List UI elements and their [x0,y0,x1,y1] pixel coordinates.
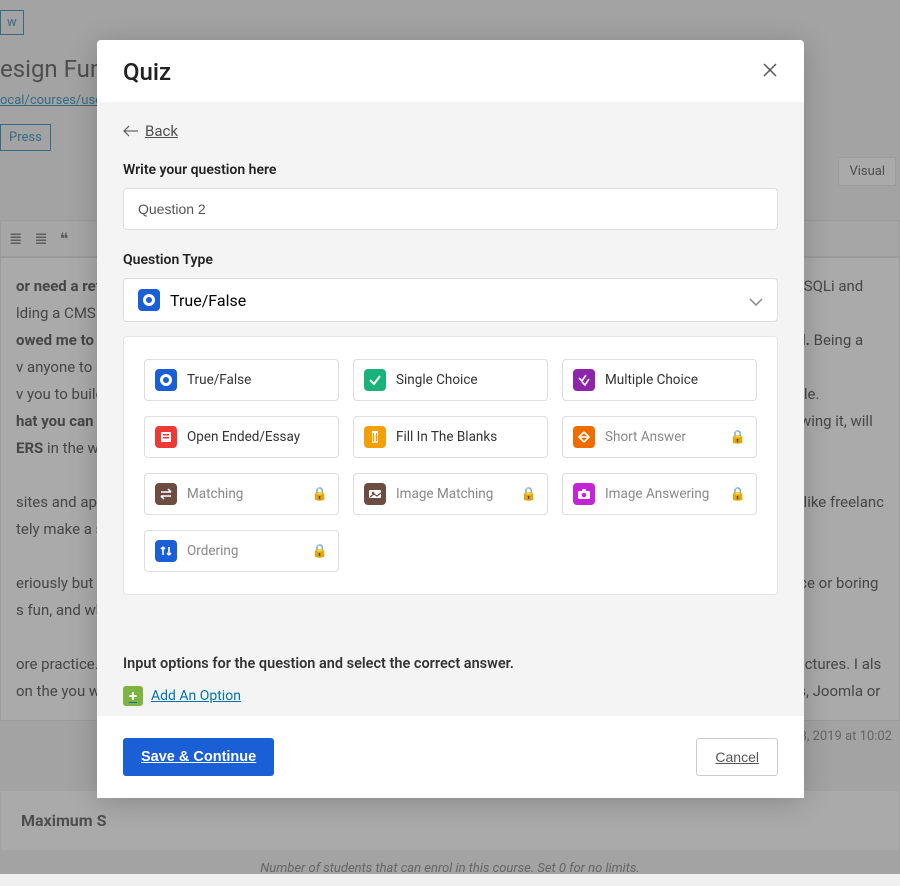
chevron-down-icon [749,291,763,310]
arrow-left-icon [123,125,139,137]
plus-icon: + [123,686,143,706]
type-true-false[interactable]: True/False [144,359,339,401]
modal-title: Quiz [123,58,171,86]
type-label: Short Answer [605,429,686,445]
type-image-answering[interactable]: Image Answering 🔒 [562,473,757,515]
matching-icon [155,483,177,505]
question-type-grid: True/False Single Choice Multiple Choice [123,336,778,595]
lock-icon: 🔒 [312,544,328,559]
type-single-choice[interactable]: Single Choice [353,359,548,401]
type-label: Question Type [123,252,778,268]
tf-icon [138,289,160,311]
add-option-label: Add An Option [151,688,241,704]
save-continue-button[interactable]: Save & Continue [123,738,274,776]
essay-icon [155,426,177,448]
type-multiple-choice[interactable]: Multiple Choice [562,359,757,401]
type-fill-blanks[interactable]: Fill In The Blanks [353,416,548,458]
type-label: Fill In The Blanks [396,429,497,445]
multi-check-icon [573,369,595,391]
type-label: Matching [187,486,243,502]
type-label: Multiple Choice [605,372,698,388]
type-label: True/False [187,372,251,388]
type-label: Single Choice [396,372,478,388]
options-label: Input options for the question and selec… [123,655,778,672]
question-type-select[interactable]: True/False [123,278,778,322]
type-ordering[interactable]: Ordering 🔒 [144,530,339,572]
lock-icon: 🔒 [730,487,746,502]
add-option-button[interactable]: + Add An Option [123,686,241,706]
ordering-icon [155,540,177,562]
close-icon[interactable] [762,62,778,83]
lock-icon: 🔒 [521,487,537,502]
tf-icon [155,369,177,391]
check-icon [364,369,386,391]
lock-icon: 🔒 [730,430,746,445]
type-open-ended[interactable]: Open Ended/Essay [144,416,339,458]
blanks-icon [364,426,386,448]
type-label: Open Ended/Essay [187,429,300,445]
type-label: Ordering [187,543,238,559]
back-label: Back [145,122,178,140]
selected-type-label: True/False [170,291,246,310]
camera-icon [573,483,595,505]
image-matching-icon [364,483,386,505]
type-matching[interactable]: Matching 🔒 [144,473,339,515]
lock-icon: 🔒 [312,487,328,502]
question-label: Write your question here [123,162,778,178]
type-short-answer[interactable]: Short Answer 🔒 [562,416,757,458]
cancel-button[interactable]: Cancel [696,738,778,776]
quiz-modal: Quiz Back Write your question here Quest… [97,40,804,798]
back-button[interactable]: Back [123,122,178,140]
short-answer-icon [573,426,595,448]
type-label: Image Matching [396,486,493,502]
type-image-matching[interactable]: Image Matching 🔒 [353,473,548,515]
question-input[interactable] [123,188,778,230]
type-label: Image Answering [605,486,709,502]
